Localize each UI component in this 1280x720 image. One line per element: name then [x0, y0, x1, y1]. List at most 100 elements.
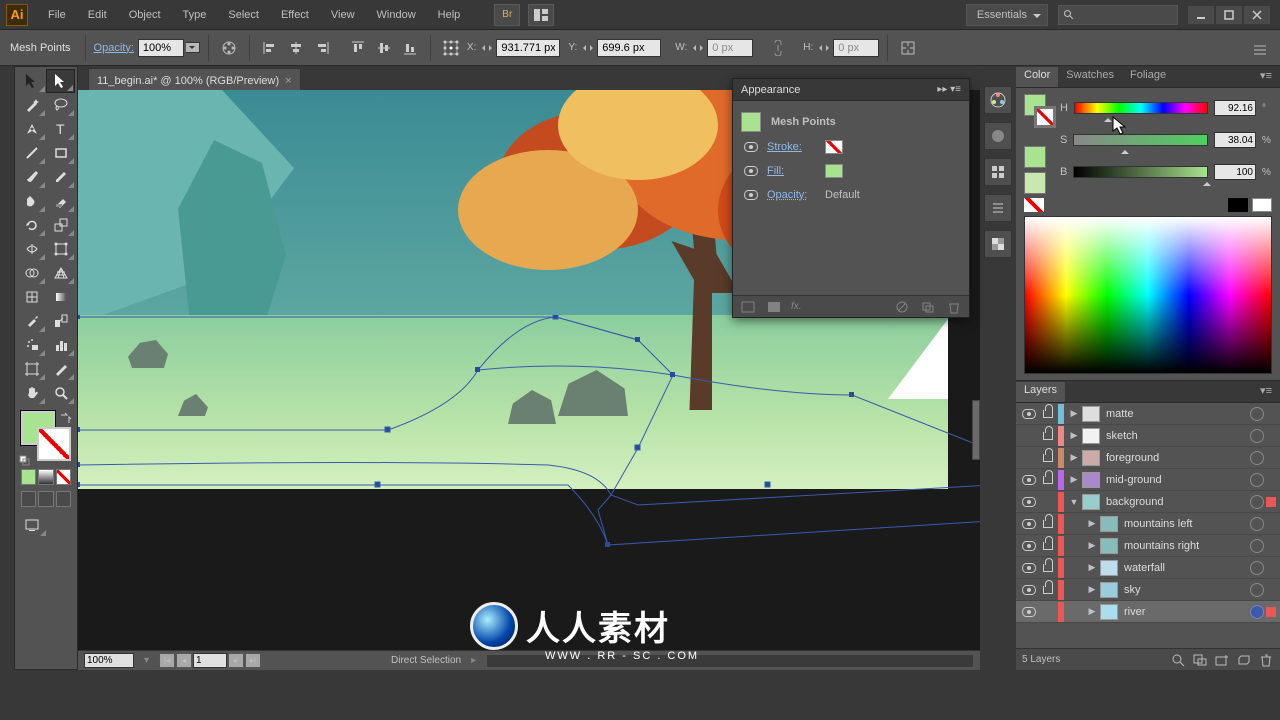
symbol-sprayer-tool[interactable]	[17, 333, 46, 357]
dock-color-guide-icon[interactable]	[984, 86, 1012, 114]
layer-name-label[interactable]: mountains left	[1120, 518, 1248, 530]
hand-tool[interactable]	[17, 381, 46, 405]
locate-object-icon[interactable]	[1170, 653, 1186, 667]
appearance-fill-swatch[interactable]	[825, 164, 843, 178]
sat-input[interactable]	[1214, 132, 1256, 148]
fill-visibility-icon[interactable]	[743, 166, 759, 176]
document-tab-close-icon[interactable]: ×	[285, 75, 291, 87]
layer-lock-toggle[interactable]	[1040, 542, 1056, 550]
menu-view[interactable]: View	[321, 5, 365, 25]
search-input[interactable]	[1058, 5, 1178, 25]
pencil-tool[interactable]	[46, 165, 75, 189]
layer-row[interactable]: ▶ waterfall	[1016, 557, 1280, 579]
w-input[interactable]	[707, 39, 753, 57]
add-fill-icon[interactable]	[765, 300, 783, 314]
screen-mode-tool[interactable]	[17, 513, 47, 537]
transform-origin-icon[interactable]	[439, 37, 463, 59]
artboard-tool[interactable]	[17, 357, 46, 381]
isolate-selected-icon[interactable]	[896, 37, 920, 59]
eyedropper-tool[interactable]	[17, 309, 46, 333]
layer-visibility-toggle[interactable]	[1020, 607, 1038, 617]
line-tool[interactable]	[17, 141, 46, 165]
bri-slider[interactable]	[1073, 166, 1208, 178]
layer-lock-toggle[interactable]	[1040, 454, 1056, 462]
horizontal-scrollbar[interactable]	[486, 654, 974, 668]
align-center-v-icon[interactable]	[372, 37, 396, 59]
layer-name-label[interactable]: background	[1102, 496, 1248, 508]
options-menu-icon[interactable]	[1248, 39, 1272, 61]
magic-wand-tool[interactable]	[17, 93, 46, 117]
layer-target-icon[interactable]	[1250, 407, 1264, 421]
menu-select[interactable]: Select	[218, 5, 269, 25]
perspective-grid-tool[interactable]	[46, 261, 75, 285]
appearance-fill-link[interactable]: Fill:	[767, 165, 817, 177]
layer-row[interactable]: ▶sky	[1016, 579, 1280, 601]
appearance-panel[interactable]: Appearance ▸▸ ▾≡ Mesh Points Stroke: Fil…	[732, 78, 970, 318]
layer-lock-toggle[interactable]	[1040, 586, 1056, 594]
opacity-input[interactable]	[138, 39, 184, 57]
color-proxy-2[interactable]	[1024, 172, 1046, 194]
draw-behind-icon[interactable]	[38, 491, 53, 507]
layer-name-label[interactable]: mountains right	[1120, 540, 1248, 552]
menu-edit[interactable]: Edit	[78, 5, 117, 25]
h-input[interactable]	[833, 39, 879, 57]
gradient-mode-chip[interactable]	[38, 469, 53, 485]
appearance-opacity-link[interactable]: Opacity:	[767, 189, 817, 201]
layer-expand-toggle[interactable]: ▶	[1068, 474, 1080, 485]
layer-lock-toggle[interactable]	[1040, 520, 1056, 528]
layers-panel-menu-icon[interactable]: ▾≡	[1252, 382, 1280, 402]
new-layer-icon[interactable]	[1236, 653, 1252, 667]
y-input[interactable]	[597, 39, 661, 57]
color-panel-menu-icon[interactable]: ▾≡	[1252, 67, 1280, 87]
default-fill-stroke-icon[interactable]	[19, 455, 31, 467]
link-wh-icon[interactable]	[765, 37, 789, 59]
slice-tool[interactable]	[46, 357, 75, 381]
arrange-documents-icon[interactable]	[528, 4, 554, 26]
swap-fill-stroke-icon[interactable]	[59, 411, 73, 425]
hue-slider[interactable]	[1074, 102, 1208, 114]
layer-lock-toggle[interactable]	[1040, 476, 1056, 484]
new-sublayer-icon[interactable]	[1214, 653, 1230, 667]
dock-symbols-icon[interactable]	[984, 158, 1012, 186]
layer-row[interactable]: ▶ mountains left	[1016, 513, 1280, 535]
layer-row[interactable]: ▶ mountains right	[1016, 535, 1280, 557]
layer-row[interactable]: ▶river	[1016, 601, 1280, 623]
layer-visibility-toggle[interactable]	[1020, 475, 1038, 485]
eraser-tool[interactable]	[46, 189, 75, 213]
align-bottom-icon[interactable]	[398, 37, 422, 59]
layer-visibility-toggle[interactable]	[1020, 519, 1038, 529]
direct-selection-tool[interactable]	[46, 69, 75, 93]
w-scrubber-icon[interactable]	[691, 37, 705, 59]
layer-name-label[interactable]: mid-ground	[1102, 474, 1248, 486]
layer-target-icon[interactable]	[1250, 605, 1264, 619]
fill-stroke-control[interactable]	[17, 411, 75, 465]
layer-row[interactable]: ▶foreground	[1016, 447, 1280, 469]
x-input[interactable]	[496, 39, 560, 57]
window-minimize-button[interactable]	[1188, 6, 1214, 24]
layer-visibility-toggle[interactable]	[1020, 585, 1038, 595]
hue-input[interactable]	[1214, 100, 1256, 116]
menu-file[interactable]: File	[38, 5, 76, 25]
type-tool[interactable]: T	[46, 117, 75, 141]
layer-expand-toggle[interactable]: ▶	[1086, 518, 1098, 529]
mesh-tool[interactable]	[17, 285, 46, 309]
layer-target-icon[interactable]	[1250, 561, 1264, 575]
window-maximize-button[interactable]	[1216, 6, 1242, 24]
layer-expand-toggle[interactable]: ▶	[1068, 408, 1080, 419]
foliage-tab[interactable]: Foliage	[1122, 67, 1174, 87]
layer-expand-toggle[interactable]: ▶	[1086, 540, 1098, 551]
layer-name-label[interactable]: river	[1120, 606, 1248, 618]
next-artboard-button[interactable]: ▸	[228, 653, 244, 668]
h-scrubber-icon[interactable]	[817, 37, 831, 59]
layer-name-label[interactable]: waterfall	[1120, 562, 1248, 574]
layer-expand-toggle[interactable]: ▼	[1068, 497, 1080, 507]
opacity-link[interactable]: Opacity:	[94, 42, 134, 54]
layer-row[interactable]: ▼ background	[1016, 491, 1280, 513]
blend-tool[interactable]	[46, 309, 75, 333]
layer-expand-toggle[interactable]: ▶	[1086, 562, 1098, 573]
dock-stroke-icon[interactable]	[984, 194, 1012, 222]
appearance-panel-menu-icon[interactable]: ▸▸ ▾≡	[937, 84, 961, 95]
align-left-icon[interactable]	[258, 37, 282, 59]
layer-row[interactable]: ▶matte	[1016, 403, 1280, 425]
bri-input[interactable]	[1214, 164, 1256, 180]
